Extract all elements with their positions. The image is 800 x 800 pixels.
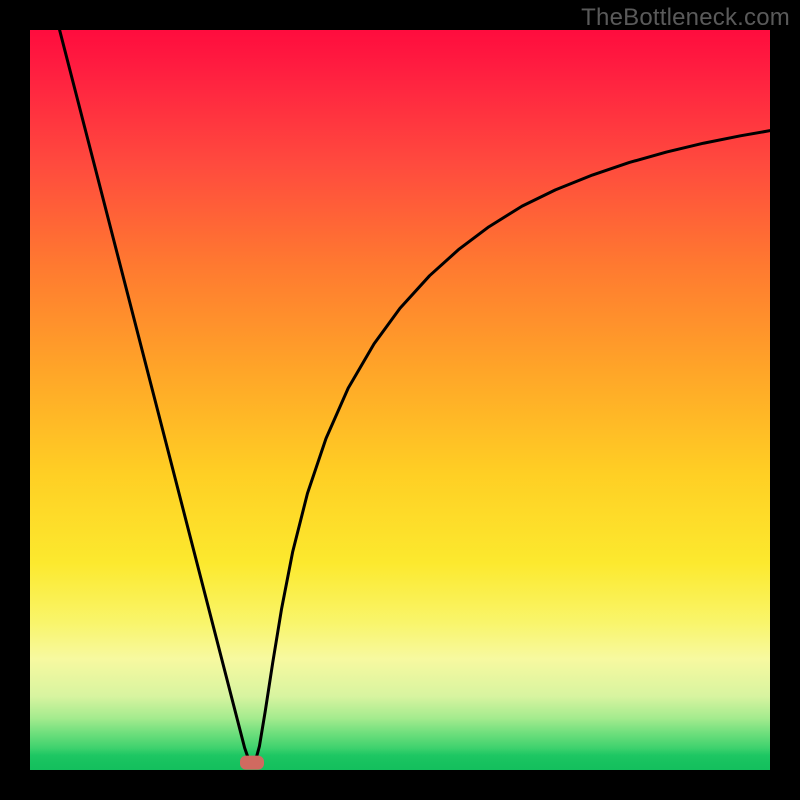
bottleneck-curve	[60, 30, 770, 763]
plot-area	[30, 30, 770, 770]
curve-layer	[30, 30, 770, 770]
watermark-text: TheBottleneck.com	[581, 4, 790, 32]
chart-frame: TheBottleneck.com	[0, 0, 800, 800]
minimum-marker	[240, 756, 264, 770]
